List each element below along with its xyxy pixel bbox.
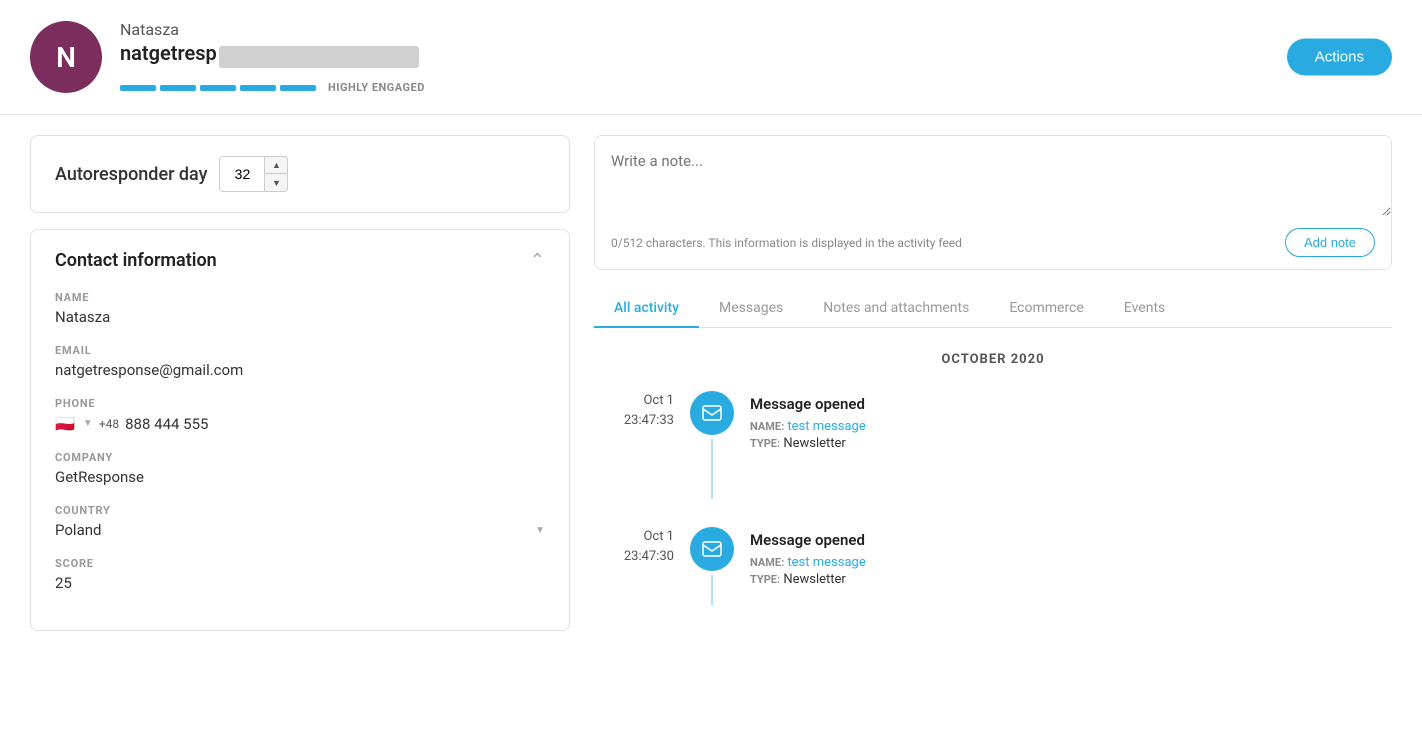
- activity-icon-wrapper-2: [690, 527, 734, 605]
- activity-item: Oct 1 23:47:33 Message opened NA: [594, 391, 1392, 499]
- autoresponder-label: Autoresponder day: [55, 164, 207, 185]
- bar-3: [200, 85, 236, 91]
- activity-type-value-1: Newsletter: [783, 436, 846, 451]
- phone-code: +48: [99, 417, 119, 431]
- left-panel: Autoresponder day ▲ ▼ Contact informatio…: [30, 135, 570, 633]
- activity-item-2: Oct 1 23:47:30 Message opened NA: [594, 527, 1392, 605]
- activity-line-1: [711, 439, 713, 499]
- phone-label: PHONE: [55, 397, 545, 410]
- field-country: COUNTRY Poland ▼: [55, 504, 545, 539]
- score-label: SCORE: [55, 557, 545, 570]
- name-value: Natasza: [55, 308, 545, 326]
- tab-messages[interactable]: Messages: [699, 290, 803, 328]
- field-phone: PHONE 🇵🇱 ▼ +48 888 444 555: [55, 397, 545, 433]
- score-value: 25: [55, 574, 545, 592]
- field-name: NAME Natasza: [55, 291, 545, 326]
- country-row[interactable]: Poland ▼: [55, 521, 545, 539]
- day-input-wrapper: ▲ ▼: [219, 156, 288, 192]
- right-panel: 0/512 characters. This information is di…: [594, 135, 1392, 633]
- field-score: SCORE 25: [55, 557, 545, 592]
- note-footer: 0/512 characters. This information is di…: [595, 220, 1391, 269]
- message-opened-icon-2: [690, 527, 734, 571]
- activity-time-2: Oct 1 23:47:30: [594, 527, 674, 566]
- company-label: COMPANY: [55, 451, 545, 464]
- engagement-bar: HIGHLY ENGAGED: [120, 81, 425, 94]
- tab-ecommerce[interactable]: Ecommerce: [989, 290, 1103, 328]
- name-label: NAME: [55, 291, 545, 304]
- bar-2: [160, 85, 196, 91]
- contact-info-title: Contact information: [55, 250, 217, 271]
- activity-meta-type-1: TYPE: Newsletter: [750, 436, 1392, 451]
- activity-title-1: Message opened: [750, 395, 1392, 413]
- phone-number: 888 444 555: [125, 415, 208, 433]
- company-value: GetResponse: [55, 468, 545, 486]
- bar-5: [280, 85, 316, 91]
- activity-content-2: Message opened NAME: test message TYPE: …: [750, 527, 1392, 589]
- country-value: Poland: [55, 521, 101, 539]
- email-label: EMAIL: [55, 344, 545, 357]
- engagement-label: HIGHLY ENGAGED: [328, 81, 425, 94]
- contact-info-card: Contact information ⌃ NAME Natasza EMAIL…: [30, 229, 570, 631]
- activity-content-1: Message opened NAME: test message TYPE: …: [750, 391, 1392, 453]
- activity-meta-name-1: NAME: test message: [750, 419, 1392, 434]
- header-info: Natasza natgetresp HIGHLY ENGAGED: [120, 20, 425, 94]
- bar-4: [240, 85, 276, 91]
- phone-flag: 🇵🇱: [55, 414, 75, 433]
- autoresponder-day-input[interactable]: [220, 157, 264, 191]
- contact-header: N Natasza natgetresp HIGHLY ENGAGED Acti…: [0, 0, 1422, 115]
- email-value: natgetresponse@gmail.com: [55, 361, 545, 379]
- activity-title-2: Message opened: [750, 531, 1392, 549]
- activity-meta-type-2: TYPE: Newsletter: [750, 572, 1392, 587]
- note-textarea[interactable]: [595, 136, 1391, 216]
- autoresponder-card: Autoresponder day ▲ ▼: [30, 135, 570, 213]
- activity-tabs: All activity Messages Notes and attachme…: [594, 290, 1392, 328]
- activity-feed: OCTOBER 2020 Oct 1 23:47:33: [594, 352, 1392, 605]
- activity-name-value-2: test message: [787, 555, 865, 570]
- note-char-count: 0/512 characters. This information is di…: [611, 236, 962, 250]
- contact-info-header: Contact information ⌃: [55, 250, 545, 271]
- stepper-up[interactable]: ▲: [265, 157, 287, 174]
- chevron-up-icon[interactable]: ⌃: [530, 250, 545, 271]
- activity-name-value-1: test message: [787, 419, 865, 434]
- main-content: Autoresponder day ▲ ▼ Contact informatio…: [0, 115, 1422, 653]
- note-card: 0/512 characters. This information is di…: [594, 135, 1392, 270]
- add-note-button[interactable]: Add note: [1285, 228, 1375, 257]
- tab-events[interactable]: Events: [1104, 290, 1185, 328]
- phone-row: 🇵🇱 ▼ +48 888 444 555: [55, 414, 545, 433]
- day-stepper: ▲ ▼: [264, 157, 287, 191]
- header-email-prefix: natgetresp: [120, 41, 217, 65]
- avatar: N: [30, 21, 102, 93]
- country-dropdown-icon[interactable]: ▼: [535, 525, 545, 536]
- activity-meta-name-2: NAME: test message: [750, 555, 1392, 570]
- activity-month: OCTOBER 2020: [594, 352, 1392, 367]
- country-label: COUNTRY: [55, 504, 545, 517]
- stepper-down[interactable]: ▼: [265, 174, 287, 191]
- message-opened-icon-1: [690, 391, 734, 435]
- phone-flag-dropdown[interactable]: ▼: [83, 418, 93, 429]
- activity-type-value-2: Newsletter: [783, 572, 846, 587]
- activity-icon-wrapper-1: [690, 391, 734, 499]
- header-name: Natasza: [120, 20, 425, 39]
- actions-button[interactable]: Actions: [1287, 39, 1392, 76]
- bar-1: [120, 85, 156, 91]
- field-email: EMAIL natgetresponse@gmail.com: [55, 344, 545, 379]
- email-blurred: [219, 46, 419, 68]
- field-company: COMPANY GetResponse: [55, 451, 545, 486]
- activity-line-2: [711, 575, 713, 605]
- tab-notes-attachments[interactable]: Notes and attachments: [803, 290, 989, 328]
- activity-time-1: Oct 1 23:47:33: [594, 391, 674, 430]
- tab-all-activity[interactable]: All activity: [594, 290, 699, 328]
